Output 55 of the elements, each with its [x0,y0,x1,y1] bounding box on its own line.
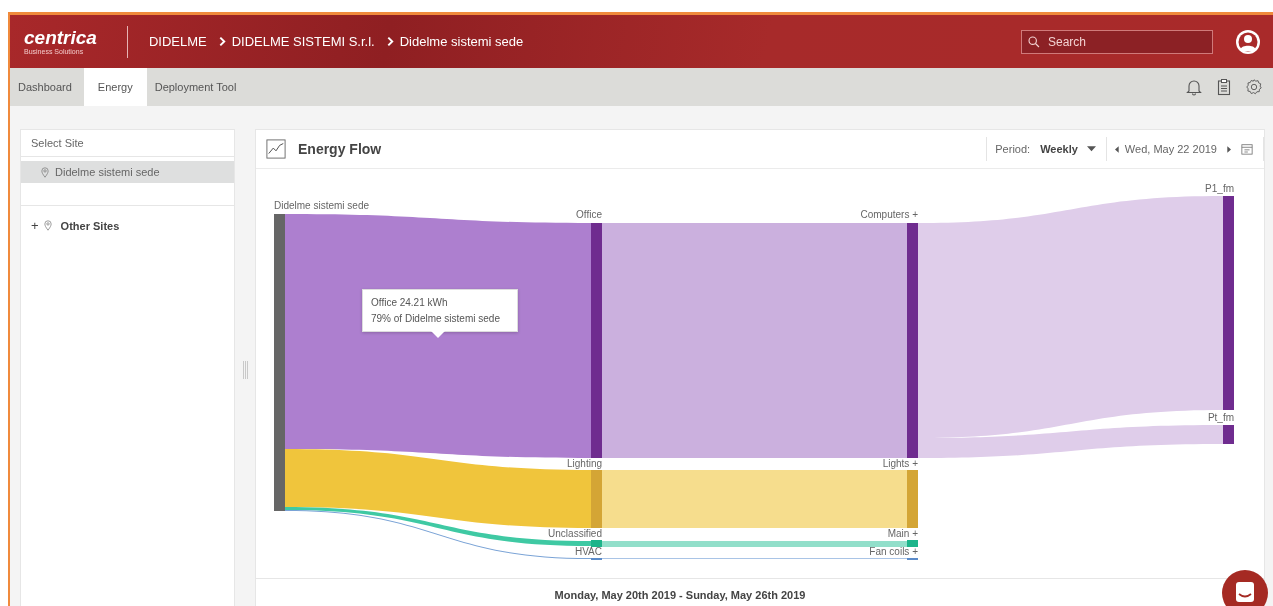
pin-icon [43,220,52,231]
node-bar[interactable] [591,540,602,547]
node-label: Lighting [566,458,602,469]
search-icon [1028,35,1040,48]
node-bar[interactable] [907,223,918,458]
panel-title: Select Site [21,130,234,157]
node-bar[interactable] [591,470,602,528]
breadcrumb-link[interactable]: DIDELME [148,34,207,49]
tooltip-text: 79% of Didelme sistemi sede [371,311,501,326]
nav-tab[interactable]: Dashboard [10,68,84,106]
user-avatar-icon[interactable] [1235,28,1261,55]
chevron-icon [386,36,394,47]
caret-icon [1086,146,1096,152]
node-bar[interactable] [274,214,285,511]
node-bar[interactable] [907,470,918,528]
line-chart-icon [266,139,286,159]
period-dropdown[interactable]: Weekly [1040,137,1107,161]
period-label: Period: [986,137,1041,161]
tree-item[interactable]: Other Sites [60,219,120,232]
nav-tab[interactable]: Deployment Tool [146,68,249,106]
panel-title: Energy Flow [298,141,382,157]
node-label: Fan coils + [869,546,918,557]
clipboard-icon[interactable] [1215,78,1233,96]
node-label: Unclassified [548,528,602,539]
settings-icon[interactable] [1245,78,1263,96]
breadcrumb-link[interactable]: DIDELME SISTEMI S.r.l. [231,34,375,49]
node-label: Pt_fm [1207,412,1234,423]
node-label: Main + [887,528,918,539]
node-label: HVAC [574,546,602,557]
search-field[interactable]: Search [1021,29,1213,54]
breadcrumb-link[interactable]: Didelme sistemi sede [399,34,524,49]
tooltip-text: Office 24.21 kWh [371,296,449,310]
nav-tab[interactable]: Energy [83,68,147,106]
date-range-label: Monday, May 20th 2019 - Sunday, May 26th 2019 [554,589,806,603]
previous-icon[interactable] [1114,145,1119,153]
chat-icon[interactable] [1222,570,1268,606]
node-bar[interactable] [591,223,602,458]
pin-icon [41,166,49,178]
node-bar[interactable] [907,540,918,547]
bell-icon[interactable] [1185,78,1203,96]
calendar-icon[interactable] [1241,143,1253,155]
next-icon[interactable] [1227,145,1231,153]
node-label: Didelme sistemi sede [274,200,370,211]
logo-wordmark: centrica [24,28,97,47]
node-bar[interactable] [1223,425,1234,444]
node-label: Computers + [860,209,918,220]
date-label: Wed, May 22 2019 [1124,143,1217,155]
node-label: Lights + [882,458,918,469]
node-label: P1_fm [1205,183,1234,194]
node-label: Office [576,209,602,220]
node-bar[interactable] [1223,196,1234,410]
chevron-icon [218,36,226,47]
site-item[interactable]: Didelme sistemi sede [21,161,234,183]
resize-handle[interactable] [242,361,248,379]
expand-toggle[interactable]: + [31,218,39,233]
